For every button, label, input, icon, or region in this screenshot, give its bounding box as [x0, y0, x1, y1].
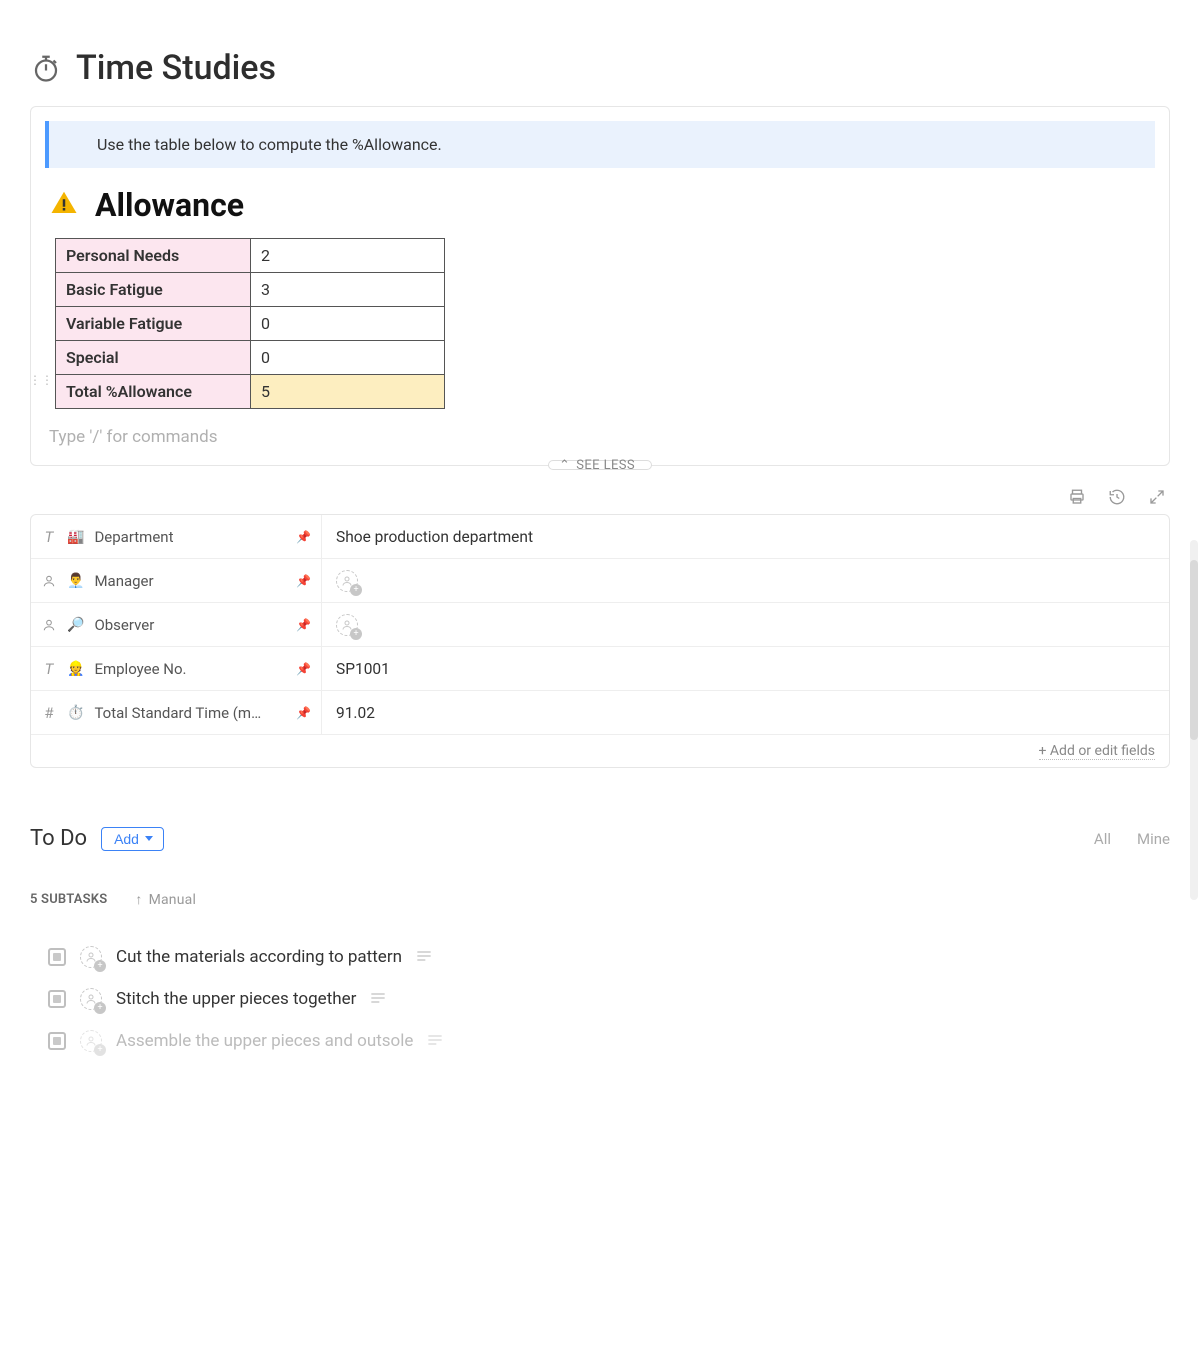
checkbox[interactable]	[48, 1032, 66, 1050]
field-label: Observer	[94, 616, 154, 634]
allowance-row-value[interactable]: 2	[251, 239, 445, 273]
assign-person-icon[interactable]	[80, 1030, 102, 1052]
todo-section: To Do Add All Mine 5 SUBTASKS ↑ Manual C…	[30, 826, 1170, 1062]
factory-icon: 🏭	[67, 529, 84, 545]
description-icon[interactable]	[416, 947, 432, 967]
subtasks-count: 5 SUBTASKS	[30, 892, 107, 907]
field-value[interactable]: Shoe production department	[322, 515, 1169, 558]
field-value[interactable]: SP1001	[322, 647, 1169, 690]
allowance-table: Personal Needs2 Basic Fatigue3 Variable …	[55, 238, 445, 409]
arrow-up-icon: ↑	[135, 891, 142, 908]
pin-icon[interactable]: 📌	[296, 574, 311, 588]
sort-label: Manual	[149, 892, 197, 908]
allowance-row-label: Basic Fatigue	[56, 273, 251, 307]
allowance-row-value[interactable]: 0	[251, 341, 445, 375]
stopwatch-icon: ⏱️	[67, 705, 84, 721]
add-subtask-button[interactable]: Add	[101, 827, 164, 851]
allowance-heading: Allowance	[95, 186, 244, 224]
text-type-icon: T	[41, 528, 57, 546]
assign-person-icon[interactable]	[336, 614, 358, 636]
field-value[interactable]: 91.02	[322, 691, 1169, 734]
field-value[interactable]	[322, 603, 1169, 646]
subtask-row[interactable]: Stitch the upper pieces together	[30, 978, 1170, 1020]
sort-button[interactable]: ↑ Manual	[135, 891, 196, 908]
table-row: Special0	[56, 341, 445, 375]
see-less-button[interactable]: ⌃ SEE LESS	[548, 460, 652, 470]
table-row: Basic Fatigue3	[56, 273, 445, 307]
allowance-row-label: Personal Needs	[56, 239, 251, 273]
pin-icon[interactable]: 📌	[296, 662, 311, 676]
field-row-observer[interactable]: 🔎 Observer 📌	[31, 603, 1169, 647]
table-row-total: Total %Allowance5	[56, 375, 445, 409]
card-actions	[30, 488, 1166, 506]
allowance-total-value: 5	[251, 375, 445, 409]
todo-heading: To Do	[30, 826, 87, 851]
field-label: Department	[94, 528, 173, 546]
description-icon[interactable]	[370, 989, 386, 1009]
subtask-row[interactable]: Cut the materials according to pattern	[30, 936, 1170, 978]
pin-icon[interactable]: 📌	[296, 618, 311, 632]
history-icon[interactable]	[1108, 488, 1126, 506]
allowance-row-label: Special	[56, 341, 251, 375]
checkbox[interactable]	[48, 948, 66, 966]
person-type-icon	[41, 574, 57, 588]
add-edit-fields-button[interactable]: + Add or edit fields	[1039, 743, 1156, 760]
pin-icon[interactable]: 📌	[296, 530, 311, 544]
description-icon[interactable]	[427, 1031, 443, 1051]
subtask-title[interactable]: Assemble the upper pieces and outsole	[116, 1031, 413, 1051]
field-row-department[interactable]: T 🏭 Department 📌 Shoe production departm…	[31, 515, 1169, 559]
field-label: Total Standard Time (mi…	[94, 704, 264, 722]
chevron-down-icon	[145, 836, 153, 841]
field-row-total-standard-time[interactable]: # ⏱️ Total Standard Time (mi… 📌 91.02	[31, 691, 1169, 735]
field-row-manager[interactable]: 👨‍💼 Manager 📌	[31, 559, 1169, 603]
allowance-row-value[interactable]: 3	[251, 273, 445, 307]
warning-icon	[49, 188, 79, 222]
field-label: Manager	[94, 572, 153, 590]
page-header: Time Studies	[30, 48, 1170, 88]
content-card: Use the table below to compute the %Allo…	[30, 106, 1170, 466]
allowance-total-label: Total %Allowance	[56, 375, 251, 409]
allowance-heading-row: Allowance	[49, 186, 1155, 224]
expand-icon[interactable]	[1148, 488, 1166, 506]
text-type-icon: T	[41, 660, 57, 678]
subtask-title[interactable]: Cut the materials according to pattern	[116, 947, 402, 967]
worker-icon: 👷	[67, 661, 84, 677]
drag-handle-icon[interactable]: ⋮⋮	[29, 373, 53, 387]
number-type-icon: #	[41, 704, 57, 722]
filter-all[interactable]: All	[1094, 830, 1111, 848]
table-row: Personal Needs2	[56, 239, 445, 273]
person-type-icon	[41, 618, 57, 632]
field-label: Employee No.	[94, 660, 186, 678]
see-less-label: SEE LESS	[576, 458, 635, 473]
checkbox[interactable]	[48, 990, 66, 1008]
assign-person-icon[interactable]	[80, 988, 102, 1010]
field-value[interactable]	[322, 559, 1169, 602]
table-row: Variable Fatigue0	[56, 307, 445, 341]
add-fields-row: + Add or edit fields	[31, 735, 1169, 767]
subtask-row[interactable]: Assemble the upper pieces and outsole	[30, 1020, 1170, 1062]
page-title: Time Studies	[76, 48, 276, 88]
info-callout: Use the table below to compute the %Allo…	[45, 121, 1155, 168]
manager-icon: 👨‍💼	[67, 573, 84, 589]
magnifier-icon: 🔎	[67, 617, 84, 633]
pin-icon[interactable]: 📌	[296, 706, 311, 720]
assign-person-icon[interactable]	[336, 570, 358, 592]
print-icon[interactable]	[1068, 488, 1086, 506]
allowance-row-label: Variable Fatigue	[56, 307, 251, 341]
stopwatch-icon	[30, 52, 62, 84]
slash-command-input[interactable]: Type '/' for commands	[49, 427, 1155, 447]
field-row-employee-no[interactable]: T 👷 Employee No. 📌 SP1001	[31, 647, 1169, 691]
chevron-up-icon: ⌃	[559, 458, 570, 473]
allowance-row-value[interactable]: 0	[251, 307, 445, 341]
fields-panel: T 🏭 Department 📌 Shoe production departm…	[30, 514, 1170, 768]
assign-person-icon[interactable]	[80, 946, 102, 968]
subtask-title[interactable]: Stitch the upper pieces together	[116, 989, 356, 1009]
add-label: Add	[114, 831, 139, 847]
scrollbar[interactable]	[1190, 540, 1198, 900]
filter-mine[interactable]: Mine	[1137, 830, 1170, 848]
